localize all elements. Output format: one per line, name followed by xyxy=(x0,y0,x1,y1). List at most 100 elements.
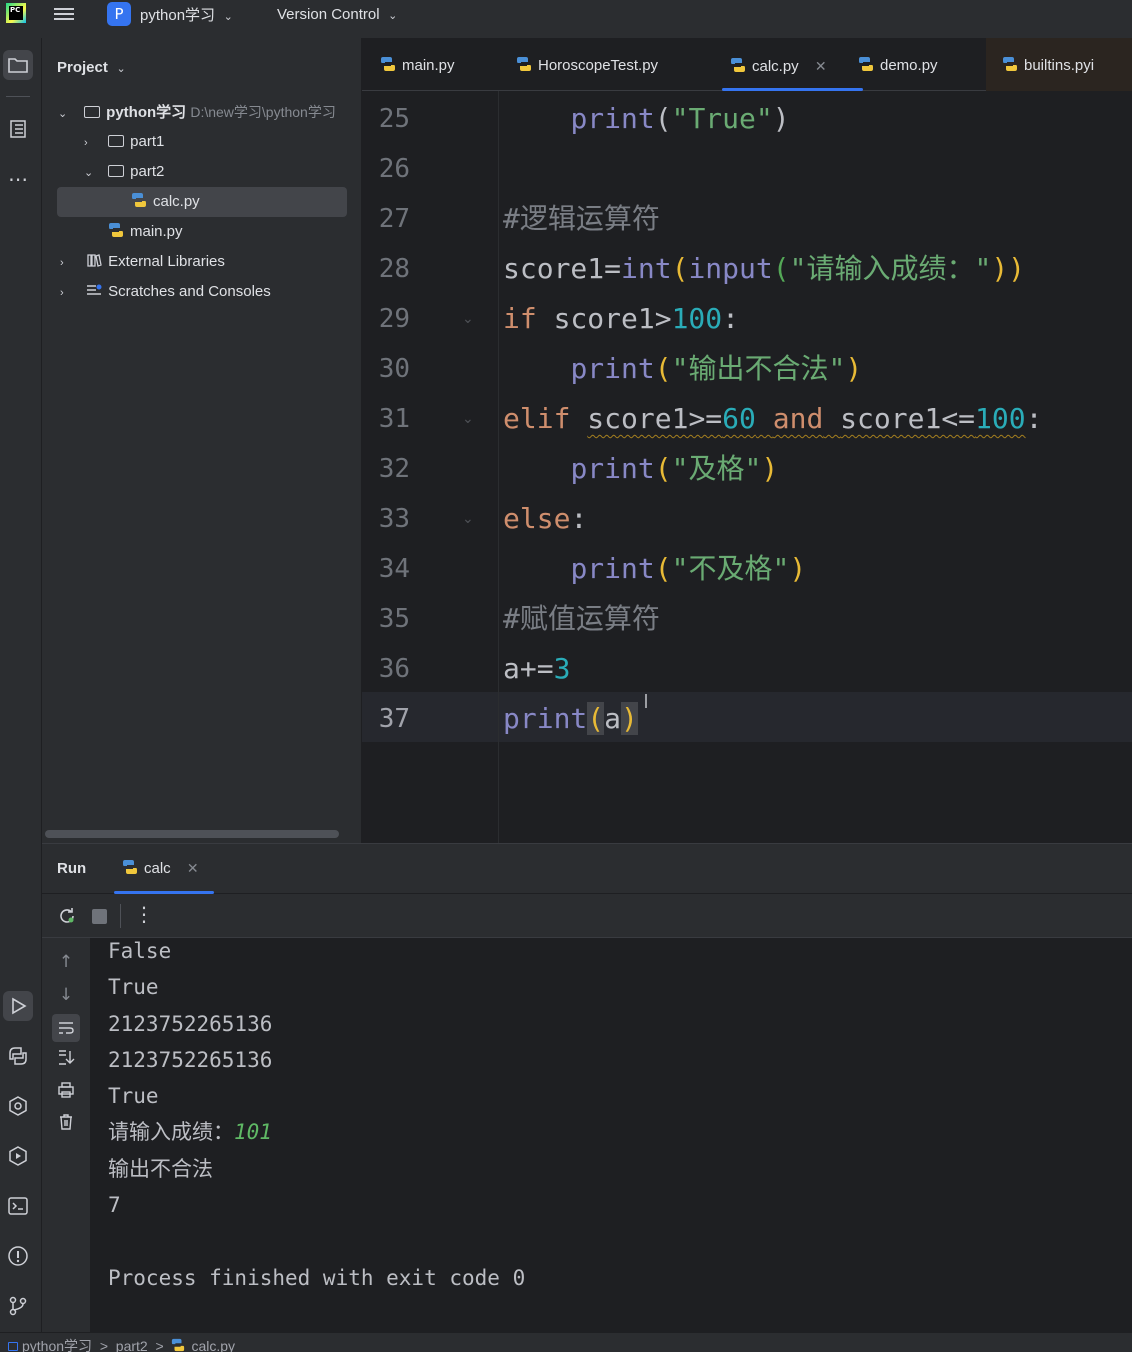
console-output-line: 输出不合法 xyxy=(108,1157,213,1181)
code-token: ( xyxy=(772,252,790,285)
breadcrumb-item[interactable]: calc.py xyxy=(191,1338,235,1352)
fold-icon[interactable]: ⌄ xyxy=(462,512,476,526)
breadcrumb-separator: > xyxy=(99,1338,109,1352)
run-tab-label: calc xyxy=(144,860,171,877)
run-tool-icon[interactable] xyxy=(3,991,33,1021)
tree-item-calc-py[interactable]: calc.py xyxy=(57,187,347,217)
terminal-icon[interactable] xyxy=(3,1191,33,1221)
project-panel-title: Project xyxy=(57,59,108,76)
breadcrumb-item[interactable]: python学习 xyxy=(22,1338,92,1352)
folder-icon xyxy=(84,106,101,119)
code-line: print("及格") xyxy=(503,444,778,494)
tab-label: builtins.pyi xyxy=(1024,57,1095,74)
chevron-down-icon: ⌄ xyxy=(84,167,94,179)
vcs-menu[interactable]: Version Control ⌄ xyxy=(277,4,397,23)
run-toolbar: ⋮ xyxy=(42,894,1132,938)
tab-label: calc.py xyxy=(752,58,799,75)
tree-item-label: main.py xyxy=(130,223,183,240)
close-icon[interactable]: ✕ xyxy=(187,860,199,876)
folder-icon xyxy=(108,165,125,178)
tree-item-part2[interactable]: ⌄ part2 xyxy=(84,157,164,187)
git-icon[interactable] xyxy=(3,1291,33,1321)
main-menu-icon[interactable] xyxy=(54,5,76,23)
tab-builtins-pyi[interactable]: builtins.pyi xyxy=(986,38,1132,91)
tab-calc-py[interactable]: calc.py ✕ xyxy=(722,38,863,91)
print-icon[interactable] xyxy=(54,1081,78,1105)
tree-item-label: calc.py xyxy=(153,193,200,210)
tree-item-external-libraries[interactable]: › External Libraries xyxy=(60,247,225,277)
text-caret xyxy=(645,694,647,708)
pycharm-logo-icon[interactable]: PC xyxy=(6,3,26,23)
code-token: : xyxy=(570,502,588,535)
rerun-icon[interactable] xyxy=(56,905,78,927)
chevron-down-icon: ⌄ xyxy=(112,62,126,75)
python-file-icon xyxy=(859,57,873,72)
arrow-up-icon[interactable]: ↑ xyxy=(54,950,78,974)
logo-text: PC xyxy=(9,6,23,20)
project-tool-icon[interactable] xyxy=(3,50,33,80)
tree-item-part1[interactable]: › part1 xyxy=(84,127,164,157)
folder-icon xyxy=(8,1342,18,1351)
structure-icon[interactable] xyxy=(3,114,33,144)
run-tab-calc[interactable]: calc ✕ xyxy=(122,860,199,877)
line-number: 30 xyxy=(378,354,410,384)
python-packages-icon[interactable] xyxy=(3,1041,33,1071)
code-line-current: print(a) xyxy=(503,694,638,744)
code-token: score1= xyxy=(503,252,622,285)
gutter-separator xyxy=(498,91,499,843)
tab-main-py[interactable]: main.py xyxy=(380,38,455,91)
tab-demo-py[interactable]: demo.py xyxy=(858,38,938,91)
code-line: #赋值运算符 xyxy=(503,594,660,644)
close-icon[interactable]: ✕ xyxy=(815,58,827,74)
tree-item-root[interactable]: ⌄ python学习 D:\new学习\python学习 xyxy=(58,97,362,127)
services-icon[interactable] xyxy=(3,1141,33,1171)
tab-label: demo.py xyxy=(880,57,938,74)
python-file-icon xyxy=(517,57,531,72)
trash-icon[interactable] xyxy=(54,1113,78,1137)
arrow-down-icon[interactable]: ↓ xyxy=(54,983,78,1007)
code-token: and xyxy=(772,402,824,435)
code-token: 100 xyxy=(671,302,723,335)
fold-icon[interactable]: ⌄ xyxy=(462,412,476,426)
python-console-icon[interactable] xyxy=(3,1091,33,1121)
console-output-line: True xyxy=(108,1084,159,1108)
tree-item-main-py[interactable]: main.py xyxy=(108,217,183,247)
scroll-to-end-icon[interactable] xyxy=(54,1048,78,1072)
current-line-highlight xyxy=(362,692,1132,742)
strip-divider xyxy=(6,96,30,97)
tree-item-label: part1 xyxy=(130,133,165,150)
code-line: if score1>100: xyxy=(503,294,739,344)
stop-icon[interactable] xyxy=(92,909,107,924)
code-token: print xyxy=(570,552,655,585)
chevron-right-icon: › xyxy=(84,137,88,149)
breadcrumb-item[interactable]: part2 xyxy=(116,1338,148,1352)
python-file-icon xyxy=(172,1339,185,1352)
line-number: 33 xyxy=(378,504,410,534)
code-token: print xyxy=(570,102,655,135)
code-token: a+= xyxy=(503,652,554,685)
project-badge[interactable]: P xyxy=(107,2,131,26)
soft-wrap-icon[interactable] xyxy=(52,1014,80,1042)
tree-item-scratches[interactable]: › Scratches and Consoles xyxy=(60,277,271,307)
code-token: if xyxy=(503,302,537,335)
console-prompt-line: 请输入成绩：101 xyxy=(108,1114,272,1150)
more-options-icon[interactable]: ⋮ xyxy=(134,902,154,926)
project-switcher[interactable]: python学习 ⌄ xyxy=(140,4,233,25)
project-panel-header[interactable]: Project ⌄ xyxy=(57,57,126,76)
tree-item-label: python学习 xyxy=(106,104,187,121)
chevron-down-icon: ⌄ xyxy=(384,9,398,22)
tab-label: main.py xyxy=(402,57,455,74)
problems-icon[interactable] xyxy=(3,1241,33,1271)
left-tool-strip: ⋯ xyxy=(0,38,42,1332)
line-number: 35 xyxy=(378,604,410,634)
fold-icon[interactable]: ⌄ xyxy=(462,312,476,326)
more-tools-icon[interactable]: ⋯ xyxy=(3,164,33,194)
project-horizontal-scrollbar[interactable] xyxy=(45,830,339,838)
code-token: elif xyxy=(503,402,571,435)
tab-horoscopetest-py[interactable]: HoroscopeTest.py xyxy=(516,38,658,91)
code-line: score1=int(input("请输入成绩：")) xyxy=(503,244,1025,294)
line-number: 32 xyxy=(378,454,410,484)
code-token: print xyxy=(570,352,655,385)
line-number: 36 xyxy=(378,654,410,684)
chevron-down-icon: ⌄ xyxy=(58,108,68,120)
